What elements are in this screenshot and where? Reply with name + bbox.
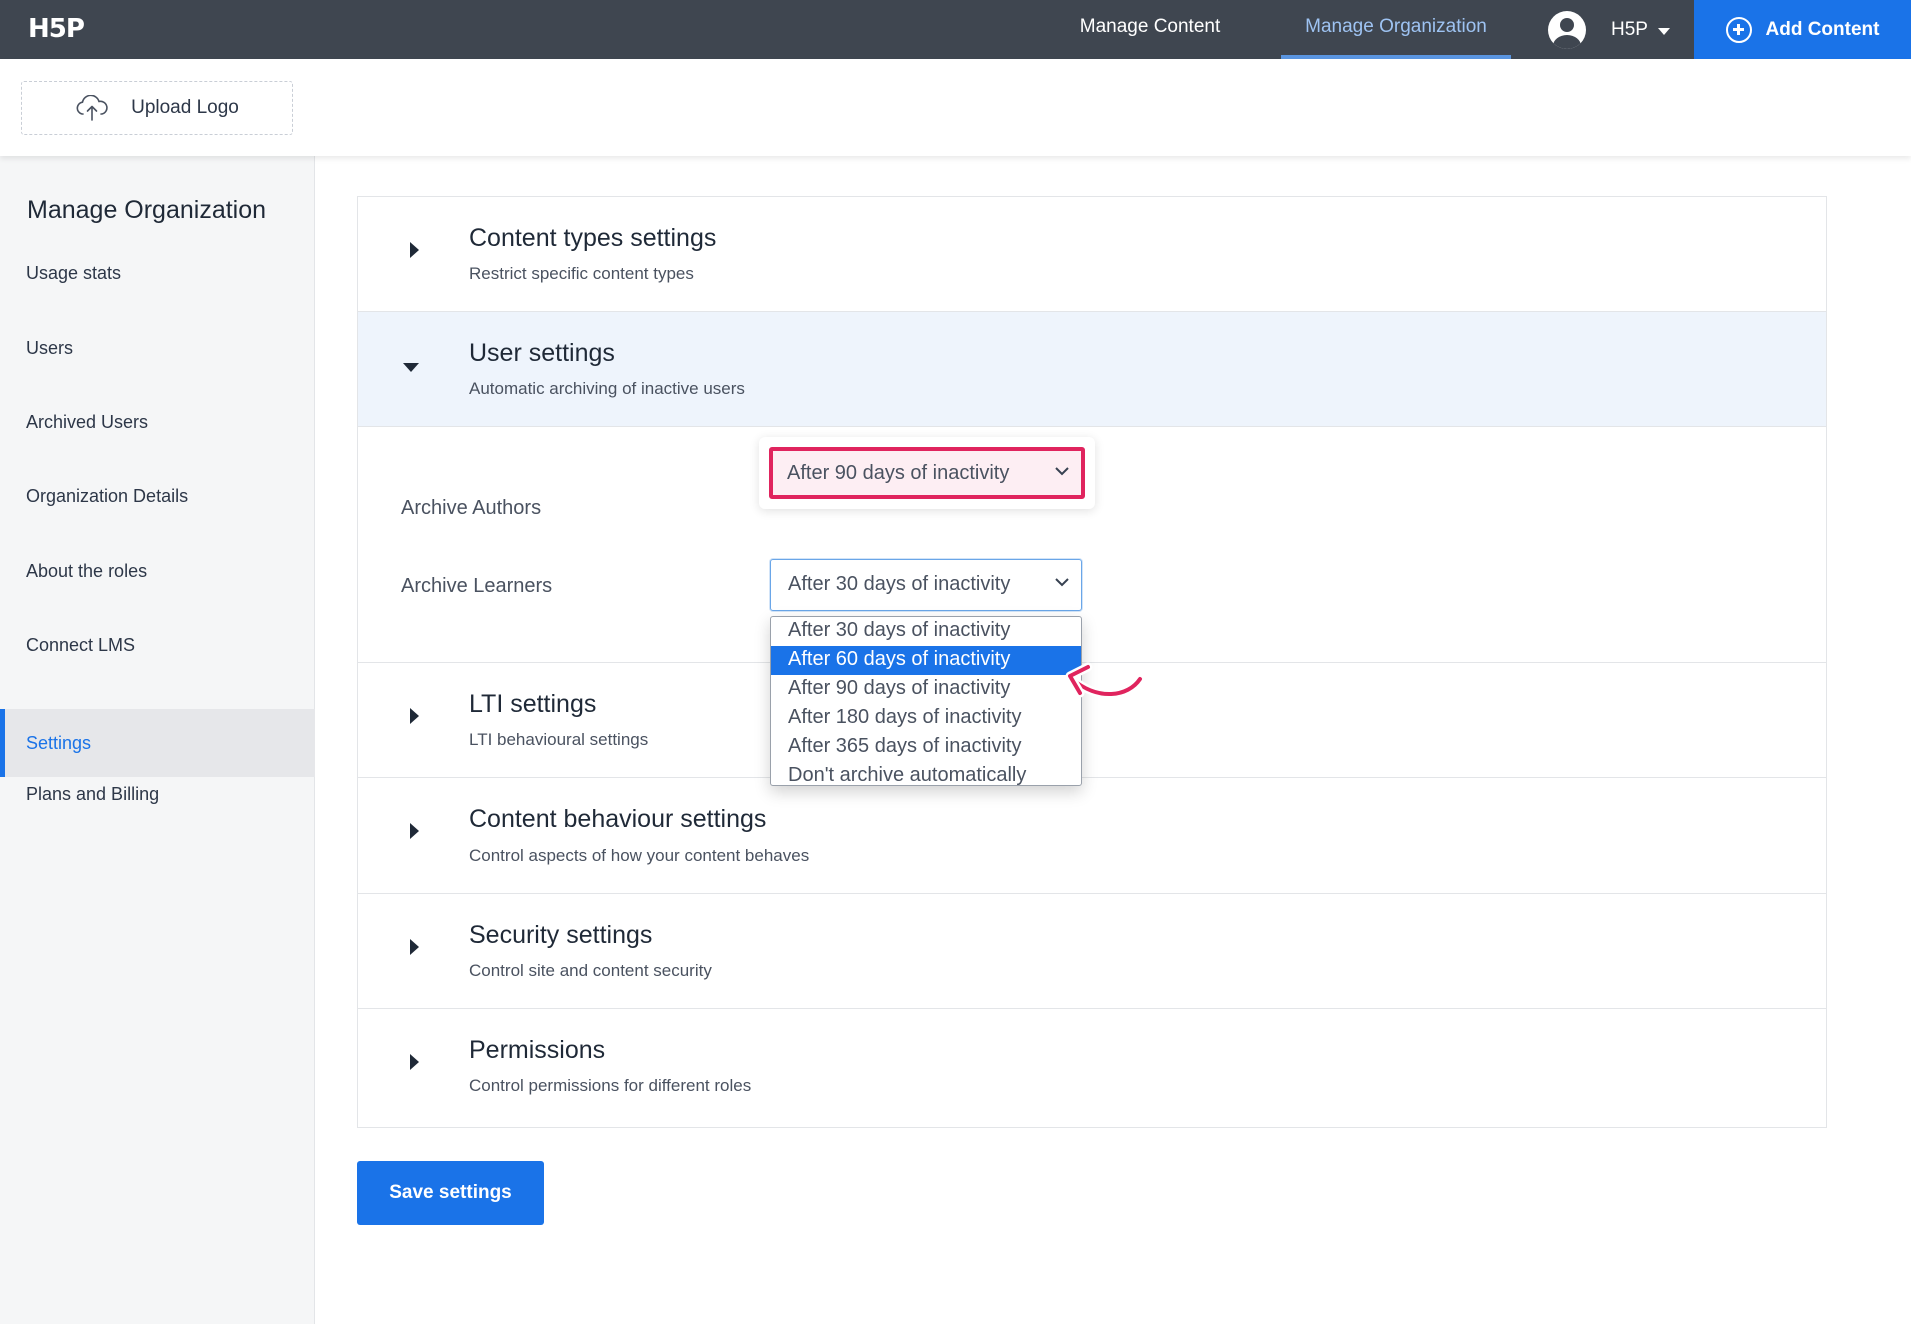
sidebar-item-plans-billing[interactable]: Plans and Billing bbox=[0, 760, 315, 828]
archive-authors-select[interactable]: After 90 days of inactivity bbox=[769, 447, 1085, 499]
section-subtitle: Control aspects of how your content beha… bbox=[469, 846, 810, 865]
sidebar-item-organization-details[interactable]: Organization Details bbox=[0, 462, 315, 530]
archive-learners-value: After 30 days of inactivity bbox=[788, 573, 1011, 595]
user-name: H5P bbox=[1611, 18, 1648, 40]
archive-learners-select[interactable]: After 30 days of inactivity bbox=[770, 559, 1082, 611]
caret-down-icon bbox=[1657, 27, 1670, 35]
section-security-settings[interactable]: Security settings Control site and conte… bbox=[358, 894, 1826, 1009]
sidebar-item-users[interactable]: Users bbox=[0, 314, 315, 382]
header-strip: Upload Logo bbox=[0, 59, 1911, 156]
top-navbar: H5P Manage Content Manage Organization H… bbox=[0, 0, 1911, 59]
user-menu[interactable]: H5P bbox=[1548, 0, 1693, 59]
dropdown-option[interactable]: Don't archive automatically bbox=[771, 762, 1081, 785]
section-subtitle: Control site and content security bbox=[469, 961, 712, 980]
nav-manage-organization[interactable]: Manage Organization bbox=[1281, 0, 1511, 59]
sidebar-item-connect-lms[interactable]: Connect LMS bbox=[0, 611, 315, 679]
caret-right-icon bbox=[410, 939, 419, 955]
dropdown-option[interactable]: After 30 days of inactivity bbox=[771, 617, 1081, 646]
section-title: Content types settings bbox=[469, 224, 717, 252]
upload-logo-label: Upload Logo bbox=[131, 97, 239, 118]
caret-right-icon bbox=[410, 823, 419, 839]
dropdown-option[interactable]: After 365 days of inactivity bbox=[771, 733, 1081, 762]
logo-text: H5P bbox=[28, 14, 85, 44]
section-user-settings[interactable]: User settings Automatic archiving of ina… bbox=[358, 312, 1826, 427]
sidebar-item-usage-stats[interactable]: Usage stats bbox=[0, 239, 315, 307]
sidebar-title: Manage Organization bbox=[27, 196, 267, 224]
section-content-behaviour[interactable]: Content behaviour settings Control aspec… bbox=[358, 778, 1826, 894]
section-subtitle: LTI behavioural settings bbox=[469, 730, 649, 749]
archive-learners-dropdown: After 30 days of inactivity After 60 day… bbox=[770, 616, 1082, 786]
archive-authors-value: After 90 days of inactivity bbox=[787, 462, 1010, 484]
user-avatar-icon bbox=[1548, 10, 1586, 49]
section-subtitle: Control permissions for different roles bbox=[469, 1076, 752, 1095]
caret-down-icon bbox=[403, 363, 419, 372]
upload-logo-button[interactable]: Upload Logo bbox=[21, 81, 293, 135]
section-title: Security settings bbox=[469, 921, 653, 949]
section-title: Permissions bbox=[469, 1036, 606, 1064]
section-title: Content behaviour settings bbox=[469, 805, 767, 833]
save-settings-button[interactable]: Save settings bbox=[357, 1161, 544, 1225]
dropdown-option[interactable]: After 90 days of inactivity bbox=[771, 675, 1081, 704]
section-permissions[interactable]: Permissions Control permissions for diff… bbox=[358, 1009, 1826, 1127]
add-content-label: Add Content bbox=[1765, 18, 1880, 40]
dropdown-option-highlighted[interactable]: After 60 days of inactivity bbox=[771, 646, 1081, 675]
sidebar-item-about-roles[interactable]: About the roles bbox=[0, 537, 315, 605]
cloud-upload-icon bbox=[76, 95, 108, 121]
h5p-logo[interactable]: H5P bbox=[28, 14, 85, 44]
caret-right-icon bbox=[410, 242, 419, 258]
section-title: LTI settings bbox=[469, 690, 597, 718]
caret-right-icon bbox=[410, 708, 419, 724]
section-subtitle: Automatic archiving of inactive users bbox=[469, 379, 745, 398]
chevron-down-icon bbox=[1055, 467, 1069, 476]
plus-circle-icon bbox=[1725, 16, 1752, 43]
section-content-types[interactable]: Content types settings Restrict specific… bbox=[358, 197, 1826, 312]
archive-learners-label: Archive Learners bbox=[401, 575, 553, 597]
archive-authors-label: Archive Authors bbox=[401, 497, 542, 519]
section-title: User settings bbox=[469, 339, 615, 367]
sidebar: Manage Organization Usage stats Users Ar… bbox=[0, 156, 315, 1324]
annotation-arrow-icon bbox=[1065, 662, 1145, 699]
caret-right-icon bbox=[410, 1054, 419, 1070]
dropdown-option[interactable]: After 180 days of inactivity bbox=[771, 704, 1081, 733]
add-content-button[interactable]: Add Content bbox=[1694, 0, 1911, 59]
nav-manage-content[interactable]: Manage Content bbox=[1060, 0, 1240, 59]
chevron-down-icon bbox=[1055, 578, 1069, 587]
sidebar-item-archived-users[interactable]: Archived Users bbox=[0, 388, 315, 456]
section-subtitle: Restrict specific content types bbox=[469, 264, 694, 283]
